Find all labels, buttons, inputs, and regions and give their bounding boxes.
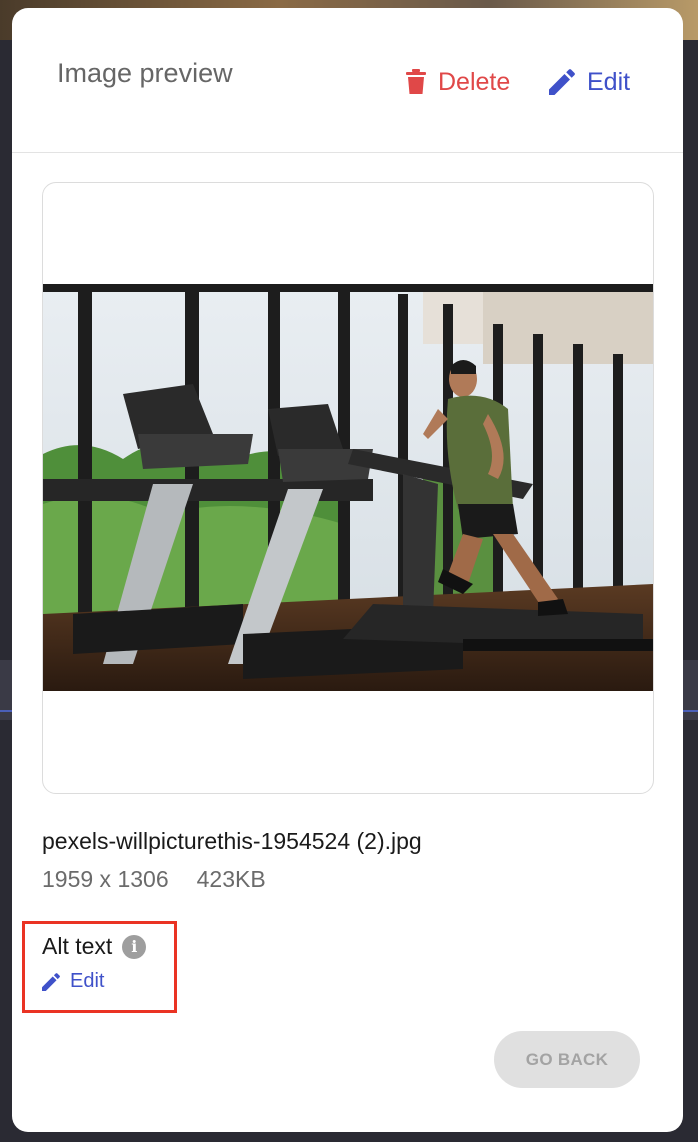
image-filename: pexels-willpicturethis-1954524 (2).jpg: [42, 828, 422, 854]
go-back-button[interactable]: GO BACK: [494, 1031, 640, 1088]
pencil-icon: [42, 972, 60, 991]
treadmill-gym-photo: [43, 284, 653, 691]
modal-header: Image preview Delete Edit: [12, 8, 683, 153]
pencil-icon: [549, 69, 575, 95]
edit-label: Edit: [587, 67, 631, 96]
image-preview-frame: [42, 182, 654, 794]
image-meta: 1959 x 1306 423KB: [42, 866, 266, 893]
delete-button[interactable]: Delete: [406, 65, 510, 99]
image-size: 423KB: [196, 866, 266, 892]
modal-title: Image preview: [57, 58, 233, 88]
info-icon[interactable]: i: [122, 934, 147, 959]
image-preview-modal: Image preview Delete Edit pexels-willpic…: [12, 8, 683, 1132]
alt-text-edit-button[interactable]: Edit: [42, 970, 104, 993]
image-dimensions: 1959 x 1306: [42, 866, 169, 892]
delete-label: Delete: [438, 67, 511, 96]
edit-button[interactable]: Edit: [549, 65, 630, 99]
alt-text-heading: Alt text i: [42, 933, 147, 960]
trash-icon: [406, 69, 426, 95]
alt-text-label: Alt text: [42, 933, 113, 959]
alt-text-edit-label: Edit: [70, 970, 105, 992]
